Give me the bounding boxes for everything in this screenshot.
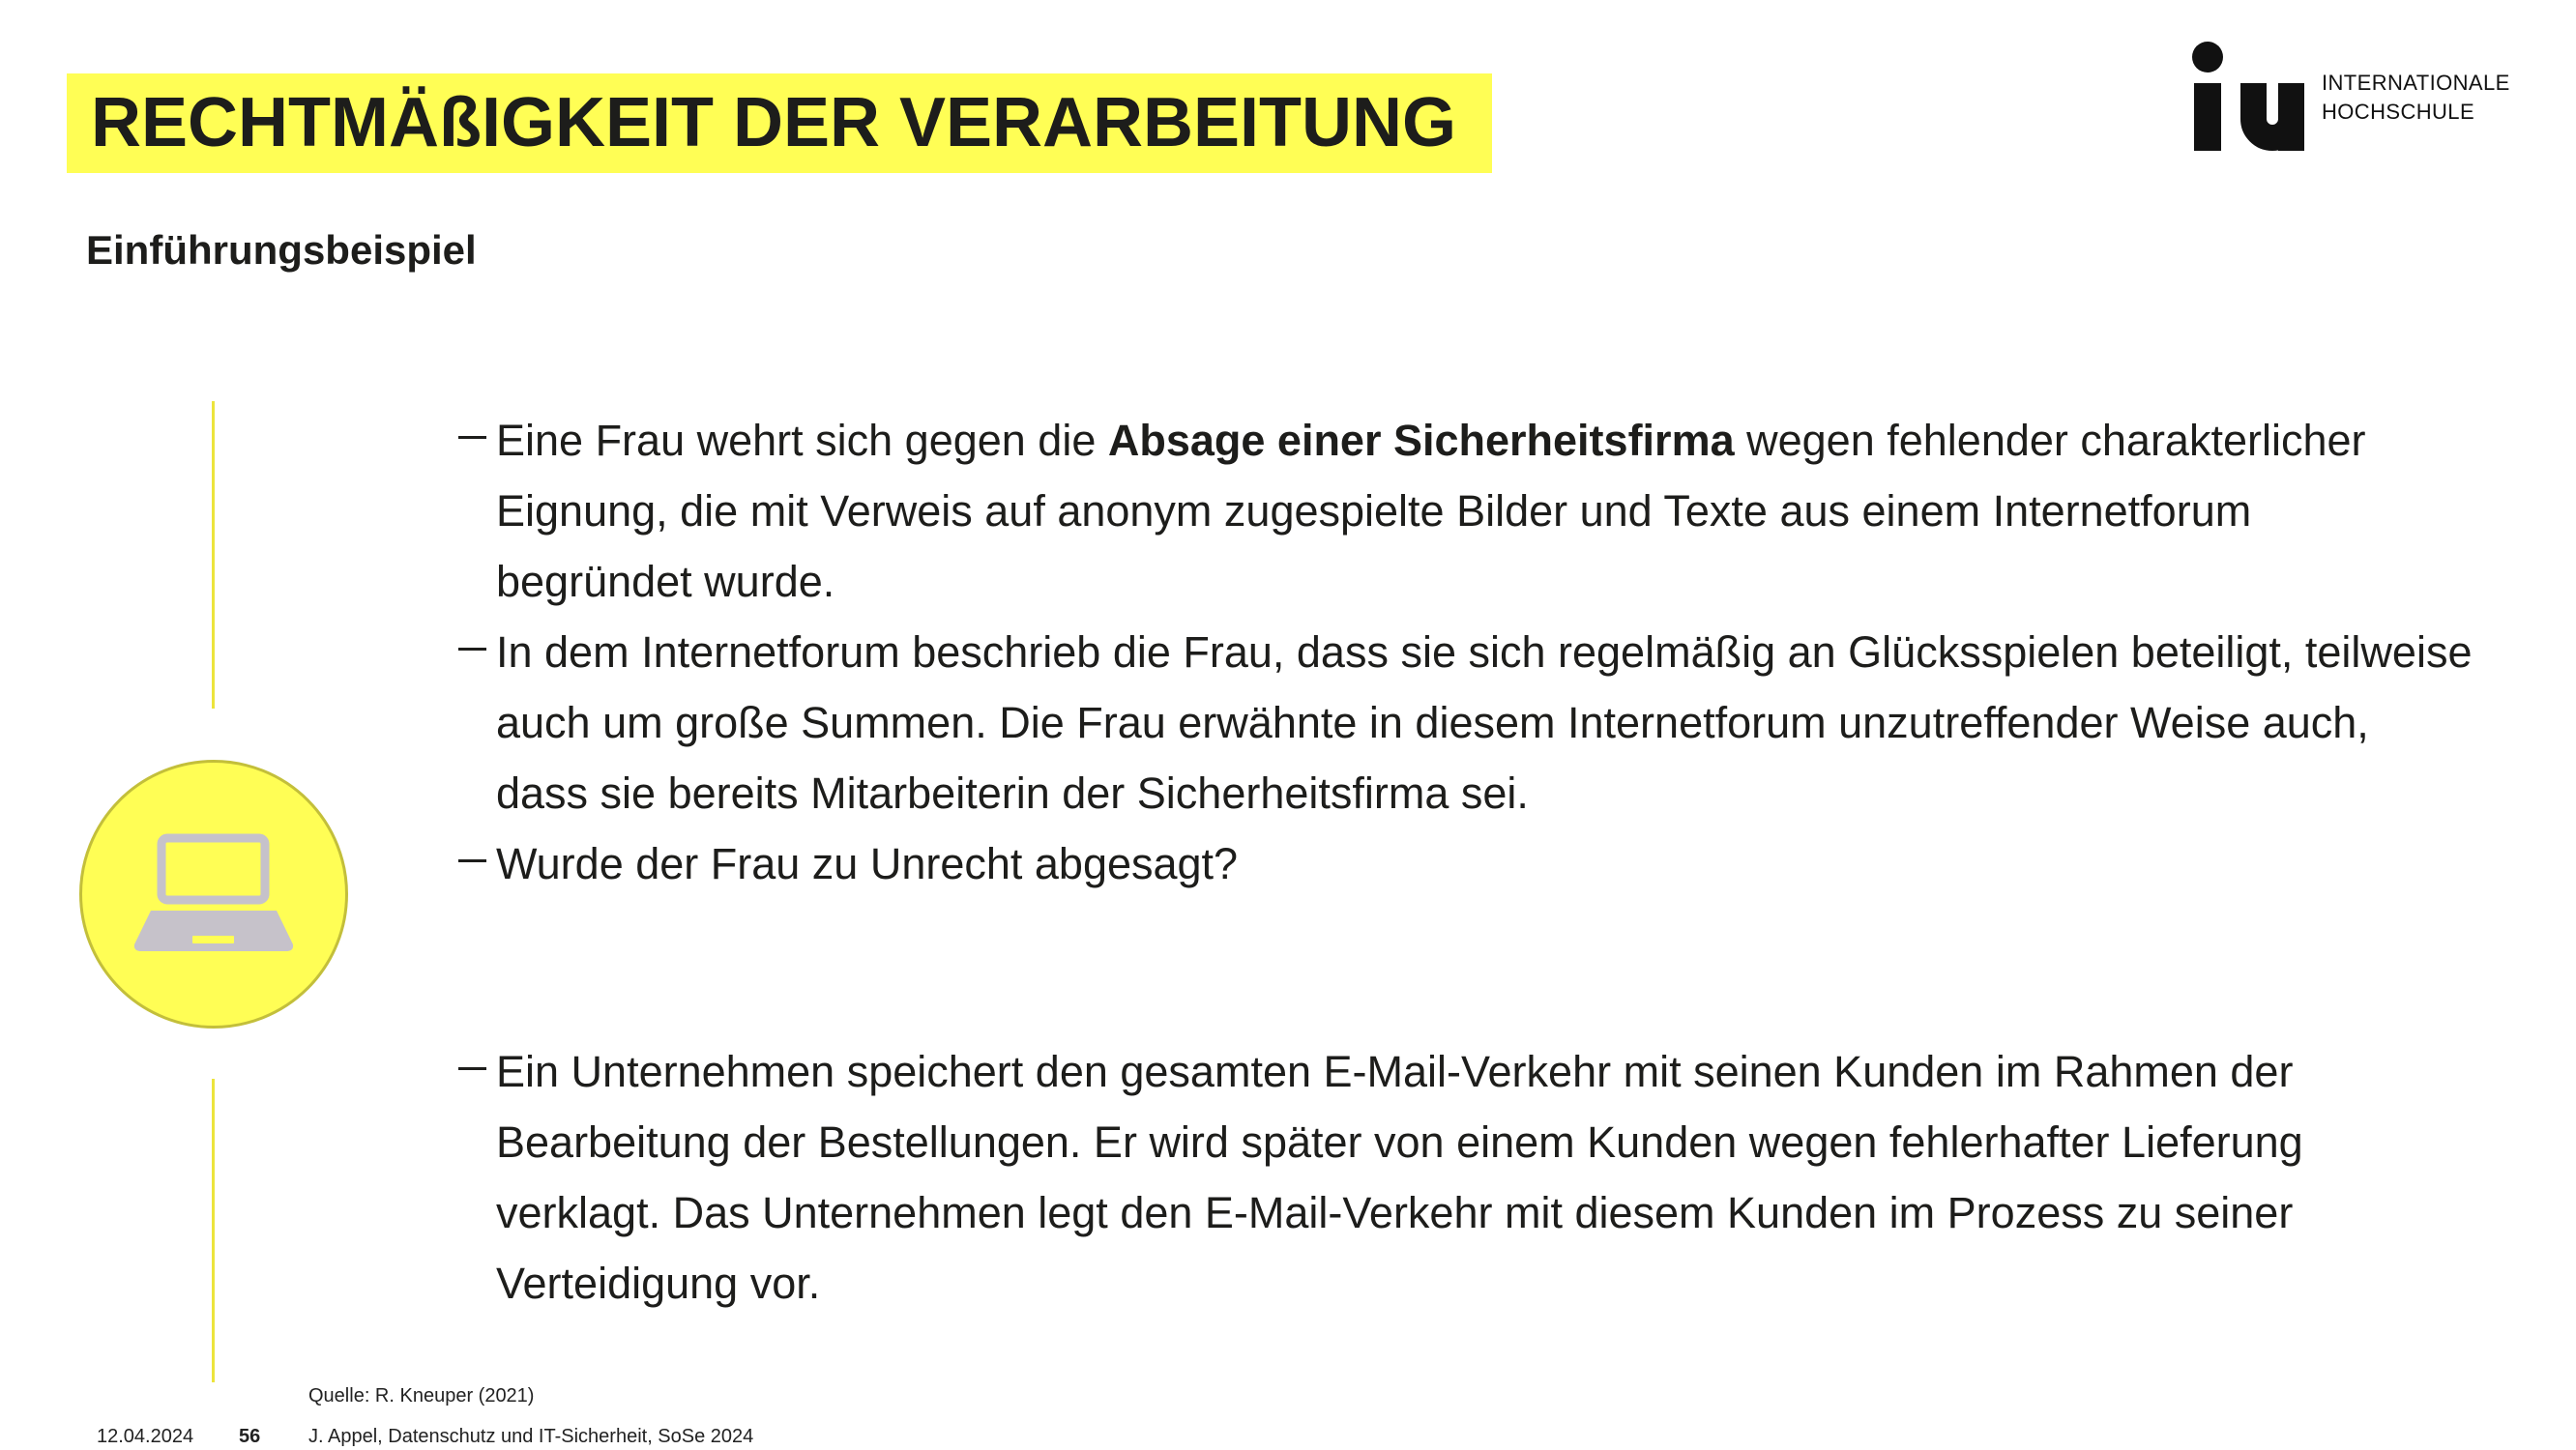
bullet-line: Verteidigung vor. [496, 1259, 821, 1308]
logo-i-stem [2194, 83, 2221, 151]
bullet-dash: – [458, 409, 487, 458]
logo-u [2240, 83, 2304, 151]
university-logo: INTERNATIONALE HOCHSCHULE [2187, 35, 2535, 160]
iu-logo-mark [2192, 42, 2304, 151]
bullet-line: begründet wurde. [496, 557, 835, 606]
slide-subtitle: Einführungsbeispiel [86, 227, 477, 273]
bullet-dash: – [458, 832, 487, 882]
bullet-line: In dem Internetforum beschrieb die Frau,… [496, 627, 2473, 677]
divider-line-top [212, 401, 215, 709]
case-example-1: – Eine Frau wehrt sich gegen die Absage … [458, 405, 2537, 899]
bullet-item: – Eine Frau wehrt sich gegen die Absage … [458, 405, 2537, 617]
bullet-line: auch um große Summen. Die Frau erwähnte … [496, 698, 2369, 747]
slide-title: RECHTMÄßIGKEIT DER VERARBEITUNG [91, 84, 1457, 161]
title-banner: RECHTMÄßIGKEIT DER VERARBEITUNG [67, 73, 1492, 173]
bullet-line: Ein Unternehmen speichert den gesamten E… [496, 1047, 2294, 1096]
divider-line-bottom [212, 1079, 215, 1382]
text-segment: Eine Frau wehrt sich gegen die [496, 416, 1108, 465]
emphasized-text: Absage einer Sicherheitsfirma [1107, 416, 1735, 465]
logo-wordmark: INTERNATIONALE HOCHSCHULE [2322, 69, 2510, 127]
source-citation: Quelle: R. Kneuper (2021) [308, 1385, 535, 1406]
bullet-line: verklagt. Das Unternehmen legt den E-Mai… [496, 1188, 2294, 1237]
bullet-line: Eine Frau wehrt sich gegen die Absage ei… [496, 405, 2537, 476]
badge-circle [79, 760, 348, 1029]
bullet-item: – Wurde der Frau zu Unrecht abgesagt? [458, 828, 2537, 899]
page-number: 56 [239, 1426, 261, 1447]
icon-badge [79, 760, 348, 1029]
bullet-item: – In dem Internetforum beschrieb die Fra… [458, 617, 2537, 828]
bullet-line: dass sie bereits Mitarbeiterin der Siche… [496, 768, 1529, 818]
laptop-touchpad [192, 936, 234, 943]
bullet-dash: – [458, 621, 487, 670]
footer-course-info: J. Appel, Datenschutz und IT-Sicherheit,… [308, 1426, 754, 1447]
bullet-line: Eignung, die mit Verweis auf anonym zuge… [496, 486, 2252, 536]
footer-date: 12.04.2024 [97, 1426, 194, 1447]
logo-line-2: HOCHSCHULE [2322, 100, 2475, 124]
text-segment: wegen fehlender charakterlicher [1734, 416, 2366, 465]
logo-line-1: INTERNATIONALE [2322, 71, 2510, 95]
laptop-base [133, 911, 294, 951]
bullet-dash: – [458, 1040, 487, 1089]
bullet-line: Wurde der Frau zu Unrecht abgesagt? [496, 839, 1239, 888]
bullet-line: Bearbeitung der Bestellungen. Er wird sp… [496, 1117, 2303, 1167]
case-example-2: – Ein Unternehmen speichert den gesamten… [458, 1036, 2537, 1319]
bullet-item: – Ein Unternehmen speichert den gesamten… [458, 1036, 2537, 1319]
logo-dot [2192, 42, 2223, 72]
